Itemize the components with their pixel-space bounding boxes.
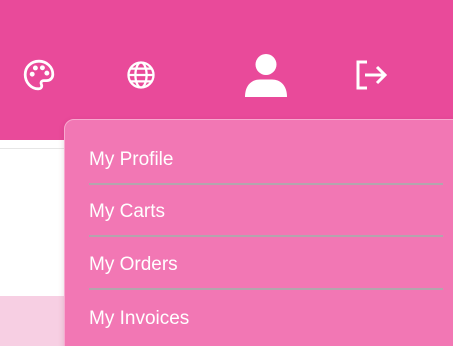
user-dropdown-menu: My Profile My Carts My Orders My Invoice… [64, 119, 453, 346]
menu-item-my-profile[interactable]: My Profile [89, 133, 443, 185]
account-button[interactable] [240, 52, 292, 98]
logout-icon [356, 60, 388, 90]
theme-button[interactable] [16, 52, 62, 98]
menu-item-label: My Carts [89, 200, 165, 222]
content-divider [0, 148, 70, 149]
menu-item-label: My Profile [89, 148, 174, 170]
menu-item-label: My Invoices [89, 307, 190, 329]
page: My Profile My Carts My Orders My Invoice… [0, 0, 453, 346]
globe-icon [127, 61, 155, 89]
content-footer-band [0, 296, 70, 346]
menu-item-my-invoices[interactable]: My Invoices [89, 292, 443, 344]
language-button[interactable] [118, 52, 164, 98]
menu-item-my-carts[interactable]: My Carts [89, 185, 443, 237]
palette-icon [23, 59, 55, 91]
menu-item-my-orders[interactable]: My Orders [89, 238, 443, 290]
user-icon [245, 54, 287, 97]
menu-item-label: My Orders [89, 253, 178, 275]
logout-button[interactable] [348, 52, 396, 98]
